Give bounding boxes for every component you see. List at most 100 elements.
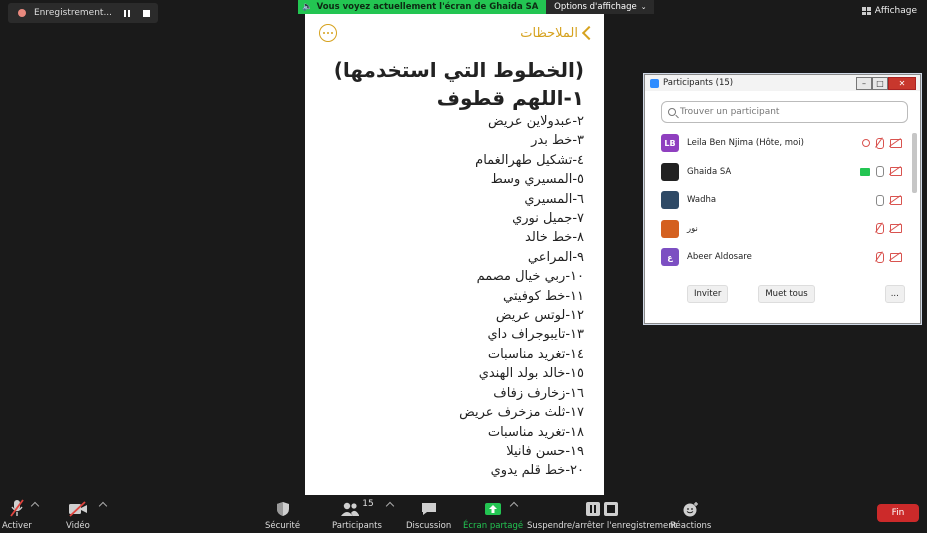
view-label: Affichage (874, 6, 917, 16)
font-list-item: ١٤-تغريد مناسبات (487, 346, 584, 362)
unmute-button[interactable]: Activer (2, 499, 32, 531)
share-screen-label: Écran partagé (463, 521, 524, 531)
security-button[interactable]: Sécurité (265, 499, 300, 531)
notes-header: الملاحظات (305, 14, 604, 52)
font-list-item: ١٩-حسن فانيلا (506, 443, 584, 459)
font-list-item: ٦-المسيري (524, 191, 584, 207)
minimize-button[interactable]: – (856, 77, 872, 90)
participant-status (862, 137, 902, 149)
video-off-icon (890, 224, 902, 234)
viewing-text: Vous voyez actuellement l'écran de Ghaid… (316, 2, 539, 12)
participants-label: Participants (332, 521, 382, 531)
unmute-label: Activer (2, 521, 32, 531)
audio-options-caret[interactable] (30, 501, 40, 511)
participant-row[interactable]: Wadha (645, 186, 920, 215)
viewing-notice: 🔈 Vous voyez actuellement l'écran de Gha… (298, 0, 547, 14)
participant-row[interactable]: ع Abeer Aldosare (645, 243, 920, 272)
video-off-icon (890, 195, 902, 205)
recording-icon (862, 139, 870, 148)
participants-caret[interactable] (385, 501, 395, 511)
participant-name: نور (687, 223, 698, 234)
font-list-item: ٤-تشكيل طهرالغمام (475, 152, 584, 168)
maximize-button[interactable]: □ (872, 77, 888, 90)
participants-button[interactable]: 15 Participants (332, 499, 382, 531)
zoom-logo-icon (650, 78, 659, 88)
participant-name: Wadha (687, 195, 717, 206)
stop-recording-button[interactable] (139, 6, 153, 20)
mic-icon (876, 194, 884, 206)
avatar: ع (661, 248, 679, 267)
chevron-right-icon (581, 25, 597, 41)
participant-status (876, 194, 902, 206)
chat-icon (420, 499, 438, 517)
participant-name: Leila Ben Njima (Hôte, moi) (687, 138, 804, 149)
font-list-item: ٨-خط خالد (525, 230, 584, 246)
screen-share-banner: 🔈 Vous voyez actuellement l'écran de Gha… (298, 0, 655, 14)
view-options-button[interactable]: Options d'affichage ⌄ (546, 0, 655, 14)
shield-icon (276, 499, 290, 517)
mic-muted-icon (876, 223, 884, 235)
mic-muted-icon (876, 137, 884, 149)
participant-row[interactable]: Sarah Ali (645, 272, 920, 277)
participant-row[interactable]: LB Leila Ben Njima (Hôte, moi) (645, 129, 920, 158)
record-dot-icon (18, 9, 26, 17)
participant-status (876, 223, 902, 235)
video-label: Vidéo (66, 521, 90, 531)
search-placeholder: Trouver un participant (680, 107, 780, 117)
reactions-button[interactable]: Réactions (670, 499, 711, 531)
shared-screen: الملاحظات (الخطوط التي استخدمها) ١-اللهم… (305, 14, 604, 495)
mic-icon (876, 166, 884, 178)
notes-back: الملاحظات (520, 25, 597, 41)
avatar (661, 219, 679, 238)
participant-row[interactable]: نور (645, 215, 920, 244)
window-titlebar: Participants (15) – □ ✕ (645, 75, 920, 91)
mic-muted-icon (876, 251, 884, 263)
participant-search-input[interactable]: Trouver un participant (661, 101, 908, 123)
font-list-item: ١٧-ثلث مزخرف عريض (459, 405, 584, 421)
avatar (661, 162, 679, 181)
pause-stop-recording-button[interactable]: Suspendre/arrêter l'enregistrement (527, 499, 677, 531)
participants-count: 15 (362, 499, 374, 509)
participant-status (860, 166, 902, 178)
pause-recording-button[interactable] (120, 6, 134, 20)
font-list-item: ٩-المراعي (527, 249, 584, 265)
emoji-icon (682, 499, 700, 517)
chat-button[interactable]: Discussion (406, 499, 451, 531)
mute-all-button[interactable]: Muet tous (758, 285, 815, 303)
view-options-label: Options d'affichage (554, 2, 637, 12)
list-scrollbar[interactable] (912, 133, 917, 193)
more-button[interactable]: ... (884, 285, 905, 303)
participant-list: LB Leila Ben Njima (Hôte, moi) Ghaida SA Wa… (645, 129, 920, 277)
close-button[interactable]: ✕ (888, 77, 916, 90)
view-button[interactable]: Affichage (861, 6, 917, 16)
end-meeting-button[interactable]: Fin (877, 504, 919, 522)
search-icon (668, 108, 676, 116)
notes-content: (الخطوط التي استخدمها) ١-اللهم قطوف ٢-عب… (305, 56, 604, 481)
video-off-icon (890, 167, 902, 177)
sharing-icon (860, 167, 870, 176)
video-options-caret[interactable] (98, 501, 108, 511)
notes-heading: (الخطوط التي استخدمها) (333, 58, 584, 82)
muted-mic-icon (9, 499, 25, 517)
participant-row[interactable]: Ghaida SA (645, 158, 920, 187)
pause-icon (124, 9, 130, 17)
invite-button[interactable]: Inviter (687, 285, 729, 303)
video-off-icon (890, 138, 902, 148)
security-label: Sécurité (265, 521, 301, 531)
grid-icon (861, 7, 871, 15)
participants-icon: 15 (340, 499, 374, 517)
font-list-item: ٥-المسيري وسط (490, 172, 584, 188)
video-off-icon (68, 499, 88, 517)
video-button[interactable]: Vidéo (66, 499, 90, 531)
meeting-toolbar: Activer Vidéo Sécurité 15 Participants D… (0, 495, 927, 533)
video-off-icon (890, 252, 902, 262)
window-title: Participants (15) (663, 78, 734, 88)
pause-stop-recording-label: Suspendre/arrêter l'enregistrement (527, 521, 678, 531)
font-list-item: ١٥-خالد بولد الهندي (478, 366, 584, 382)
notes-first-item: ١-اللهم قطوف (436, 86, 584, 110)
font-list-item: ٧-جميل نوري (512, 211, 584, 227)
recording-controls-icon (585, 499, 619, 517)
notes-label: الملاحظات (520, 25, 578, 41)
participant-name: Abeer Aldosare (687, 252, 752, 263)
font-list-item: ١٨-تغريد مناسبات (487, 424, 584, 440)
